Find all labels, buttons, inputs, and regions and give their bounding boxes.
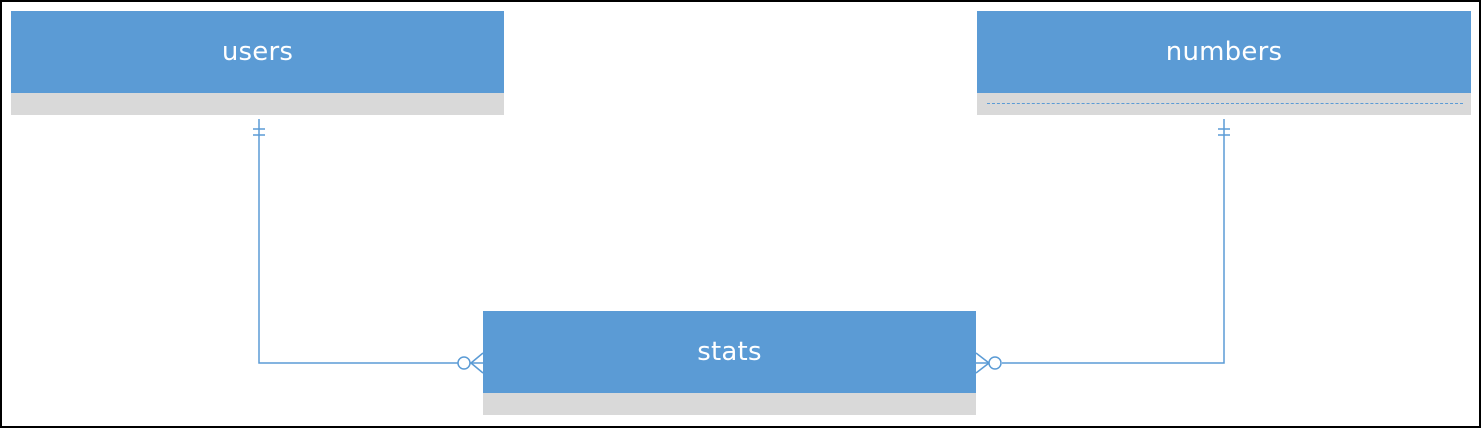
entity-title: numbers xyxy=(1165,37,1283,67)
attribute-separator xyxy=(987,103,1463,104)
entity-title: users xyxy=(221,37,294,67)
crowfoot-line xyxy=(975,352,990,364)
crowfoot-line xyxy=(975,362,990,374)
entity-numbers[interactable]: numbers xyxy=(977,11,1471,115)
entity-header: users xyxy=(11,11,504,93)
relationship-numbers-stats xyxy=(975,119,1230,374)
entity-header: stats xyxy=(483,311,976,393)
crowfoot-line xyxy=(470,362,484,374)
diagram-canvas: users numbers stats xyxy=(0,0,1481,428)
entity-header: numbers xyxy=(977,11,1471,93)
entity-users[interactable]: users xyxy=(11,11,504,115)
entity-attributes xyxy=(977,93,1471,115)
relationship-users-stats xyxy=(253,119,484,374)
entity-attributes xyxy=(11,93,504,115)
connector-line-users-stats xyxy=(258,119,472,364)
connector-line-numbers-stats xyxy=(1002,119,1225,364)
cardinality-zero-circle xyxy=(457,356,471,370)
cardinality-zero-circle xyxy=(988,356,1002,370)
crowfoot-line xyxy=(470,352,484,364)
entity-stats[interactable]: stats xyxy=(483,311,976,415)
entity-title: stats xyxy=(697,337,762,367)
entity-attributes xyxy=(483,393,976,415)
